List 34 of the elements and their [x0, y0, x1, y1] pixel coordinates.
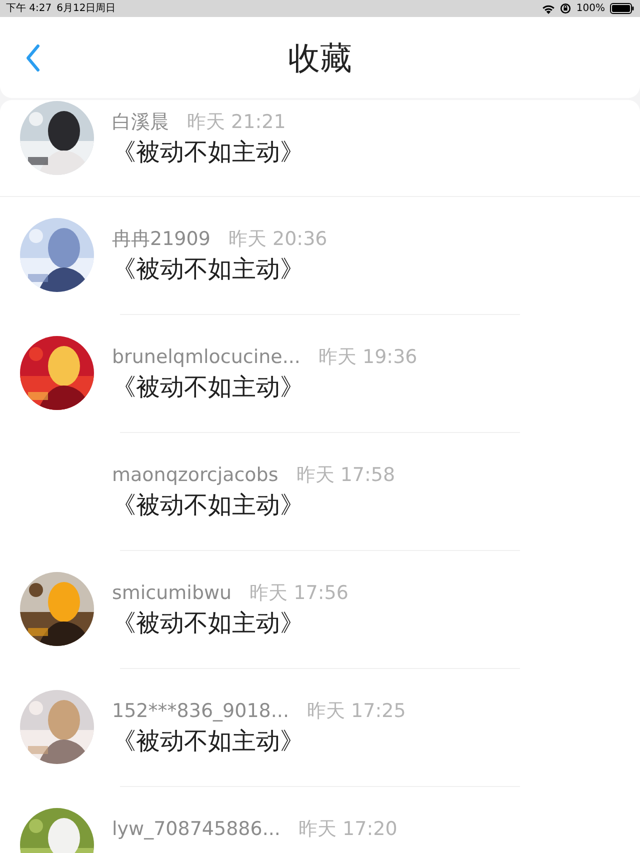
item-title: 《被动不如主动》 — [112, 372, 305, 403]
user-name: 白溪晨 — [112, 110, 169, 135]
user-name: 冉冉21909 — [112, 227, 210, 252]
item-title: 《被动不如主动》 — [112, 608, 305, 639]
wifi-icon — [542, 4, 556, 14]
list-item[interactable]: smicumibwu 昨天 17:56 《被动不如主动》 — [0, 551, 640, 668]
timestamp: 昨天 19:36 — [318, 345, 418, 370]
status-date: 6月12日周日 — [56, 2, 116, 14]
list-item[interactable]: 冉冉21909 昨天 20:36 《被动不如主动》 — [0, 197, 640, 314]
timestamp: 昨天 17:25 — [307, 699, 406, 724]
list-item[interactable]: 白溪晨 昨天 21:21 《被动不如主动》 — [0, 100, 640, 196]
timestamp: 昨天 20:36 — [228, 227, 328, 252]
list-item[interactable]: brunelqmlocucine... 昨天 19:36 《被动不如主动》 — [0, 315, 640, 432]
rotation-lock-icon — [560, 3, 572, 14]
battery-percent: 100% — [576, 2, 605, 14]
user-name: 152***836_9018... — [112, 699, 290, 724]
user-name: brunelqmlocucine... — [112, 345, 300, 370]
battery-icon — [610, 3, 634, 14]
back-button[interactable] — [24, 42, 42, 72]
user-name: lyw_708745886... — [112, 817, 280, 842]
user-name: smicumibwu — [112, 581, 232, 606]
timestamp: 昨天 17:20 — [298, 817, 398, 842]
status-time: 下午 4:27 — [6, 2, 52, 14]
page-title: 收藏 — [288, 38, 352, 78]
timestamp: 昨天 17:56 — [250, 581, 348, 606]
list-item[interactable]: maonqzorcjacobs 昨天 17:58 《被动不如主动》 — [0, 433, 640, 550]
item-title: 《被动不如主动》 — [112, 726, 305, 757]
timestamp: 昨天 21:21 — [187, 110, 286, 135]
user-name: maonqzorcjacobs — [112, 463, 278, 488]
item-title: 《被动不如主动》 — [112, 137, 304, 168]
item-title: 《被动不如主动》 — [112, 490, 305, 521]
timestamp: 昨天 17:58 — [296, 463, 396, 488]
list-item[interactable]: 152***836_9018... 昨天 17:25 《被动不如主动》 — [0, 669, 640, 786]
item-title: 《被动不如主动》 — [112, 254, 305, 285]
